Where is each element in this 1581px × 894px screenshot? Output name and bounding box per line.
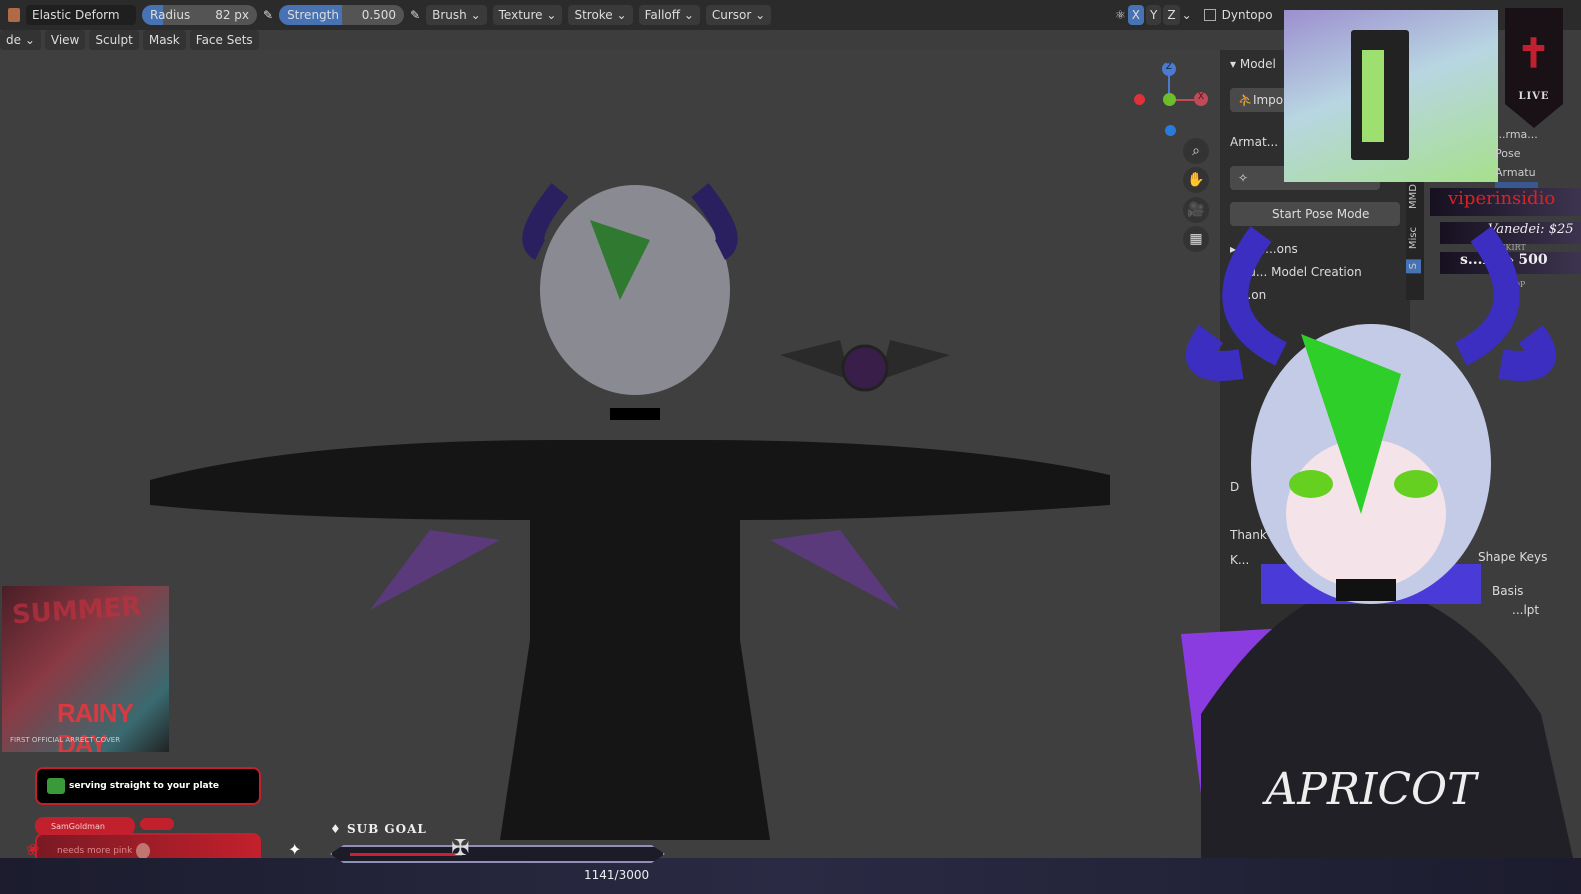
import-button[interactable]: ⛹ Import	[1230, 88, 1293, 112]
dyntopo-checkbox[interactable]	[1203, 9, 1216, 21]
face-emote-icon	[136, 843, 151, 859]
outliner-item[interactable]: Pose	[1495, 144, 1538, 163]
zoom-icon[interactable]: ⌕	[1183, 138, 1209, 164]
chat-badges	[140, 818, 174, 830]
menu-sculpt[interactable]: Sculpt	[89, 30, 139, 50]
radius-value: 82 px	[215, 8, 249, 22]
dyntopo-label[interactable]: Dyntopo	[1222, 8, 1273, 22]
gizmo-z-axis[interactable]: Z	[1162, 62, 1176, 76]
cursor-menu[interactable]: Cursor ⌄	[705, 5, 772, 25]
import-icon: ⛹	[1238, 93, 1253, 107]
live-banner: ✝ LIVE	[1505, 8, 1563, 128]
menu-face-sets[interactable]: Face Sets	[189, 30, 259, 50]
outliner-item[interactable]: ...rma...	[1495, 125, 1538, 144]
brush-icon[interactable]	[8, 8, 20, 22]
gizmo-neg-z[interactable]	[1165, 125, 1176, 136]
radius-slider[interactable]: Radius 82 px	[142, 5, 257, 25]
outliner-item[interactable]: Armatu	[1495, 163, 1538, 182]
cross-marker-icon: ✠	[451, 836, 470, 861]
vtuber-avatar: APRICOT	[1181, 226, 1581, 894]
brush-selector[interactable]: Elastic Deform	[26, 5, 136, 25]
falloff-menu[interactable]: Falloff ⌄	[638, 5, 700, 25]
gizmo-neg-x[interactable]	[1134, 94, 1145, 105]
pressure-pen-icon[interactable]: ✎	[410, 8, 420, 22]
strength-label: Strength	[287, 8, 339, 22]
rose-icon: ❀	[26, 840, 40, 859]
pressure-pen-icon[interactable]: ✎	[263, 8, 273, 22]
chevron-down-icon[interactable]: ⌄	[1182, 8, 1192, 22]
menu-mask[interactable]: Mask	[142, 30, 186, 50]
view-gizmo[interactable]: Z X	[1130, 60, 1210, 140]
axis-z-toggle[interactable]: Z	[1163, 5, 1180, 25]
tab-mmd[interactable]: MMD	[1406, 180, 1421, 213]
pet-cam-overlay	[1284, 10, 1498, 182]
axis-x-toggle[interactable]: X	[1127, 5, 1144, 25]
brush-menu[interactable]: Brush ⌄	[426, 5, 487, 25]
sub-goal-fill	[350, 853, 463, 856]
chat-message-text: needs more pink	[57, 846, 133, 856]
radius-label: Radius	[150, 8, 191, 22]
hand-pan-icon[interactable]: ✋	[1183, 167, 1209, 193]
strength-value: 0.500	[361, 8, 397, 22]
3d-viewport[interactable]	[0, 50, 1220, 860]
gizmo-y-axis[interactable]	[1163, 93, 1176, 106]
armature-label: Armat...	[1230, 135, 1279, 149]
menu-view[interactable]: View	[44, 30, 86, 50]
gizmo-x-axis[interactable]: X	[1194, 92, 1208, 106]
pepe-emote-icon	[47, 778, 65, 794]
mode-selector[interactable]: de ⌄	[0, 30, 41, 50]
model-section-header[interactable]: ▾ Model	[1230, 57, 1276, 71]
alert-follower: viperinsidio	[1430, 188, 1581, 216]
chat-message: serving straight to your plate	[35, 767, 261, 805]
album-top-text: SUMMER	[11, 591, 143, 631]
sub-goal-label: ♦ SUB GOAL	[330, 822, 427, 836]
model-tpose	[150, 183, 1110, 840]
texture-menu[interactable]: Texture ⌄	[492, 5, 563, 25]
menu-bar: de ⌄ View Sculpt Mask Face Sets	[0, 30, 259, 50]
stroke-menu[interactable]: Stroke ⌄	[568, 5, 633, 25]
symmetry-icon: ⚛	[1115, 8, 1126, 22]
strength-slider[interactable]: Strength 0.500	[279, 5, 405, 25]
cross-icon: ✝	[1516, 30, 1552, 77]
sparkle-icon: ✧	[1238, 171, 1249, 185]
bottom-strip	[0, 858, 1581, 894]
sub-goal-progress-bar	[330, 845, 665, 863]
axis-y-toggle[interactable]: Y	[1146, 5, 1162, 25]
album-art: SUMMER RAINY DAY FIRST OFFICIAL ARRECT C…	[2, 586, 169, 752]
sub-goal-count: 1141/3000	[584, 868, 650, 882]
album-subtitle: FIRST OFFICIAL ARRECT COVER	[10, 736, 121, 744]
sparkle-icon: ✦	[288, 840, 302, 859]
chat-message-text: serving straight to your plate	[69, 781, 220, 791]
shirt-logo: APRICOT	[1262, 764, 1481, 815]
live-label: LIVE	[1518, 91, 1550, 102]
